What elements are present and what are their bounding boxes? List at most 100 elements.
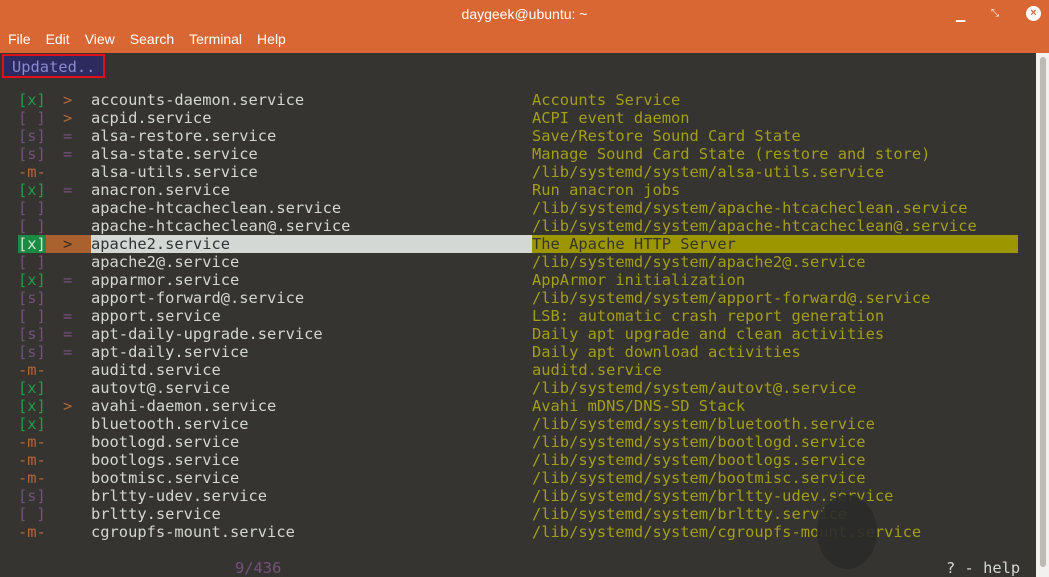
service-description: auditd.service [532, 361, 662, 379]
menu-view[interactable]: View [85, 31, 115, 47]
service-row[interactable]: [s] brltty-udev.service/lib/systemd/syste… [0, 487, 1036, 505]
menu-help[interactable]: Help [257, 31, 286, 47]
service-description: ACPI event daemon [532, 109, 690, 127]
service-description: /lib/systemd/system/apache-htcacheclean@… [532, 217, 977, 235]
status-message: Updated.. [2, 54, 106, 78]
service-description: Avahi mDNS/DNS-SD Stack [532, 397, 746, 415]
service-status-op: > [63, 91, 73, 109]
service-state: -m- [18, 523, 46, 541]
service-row[interactable]: -m-alsa-utils.service/lib/systemd/system… [0, 163, 1036, 181]
service-name: anacron.service [91, 181, 230, 199]
service-name: bluetooth.service [91, 415, 249, 433]
menu-file[interactable]: File [8, 31, 31, 47]
service-status-op: = [63, 181, 73, 199]
service-row[interactable]: [s] = alsa-state.service Manage Sound Card … [0, 145, 1036, 163]
service-row[interactable]: [x] = anacron.service Run anacron jobs [0, 181, 1036, 199]
watermark-logo [817, 495, 877, 569]
service-state: -m- [18, 361, 46, 379]
service-name: apport-forward@.service [91, 289, 305, 307]
service-name: accounts-daemon.service [91, 91, 305, 109]
service-status-op: > [63, 109, 73, 127]
service-state: [x] [18, 271, 46, 289]
service-description: /lib/systemd/system/apache-htcacheclean.… [532, 199, 968, 217]
service-row[interactable]: [ ] apache-htcacheclean.service/lib/syste… [0, 199, 1036, 217]
service-name: apache2.service [91, 235, 230, 253]
service-name: bootlogd.service [91, 433, 240, 451]
service-row[interactable]: -m-bootlogs.service/lib/systemd/system/b… [0, 451, 1036, 469]
service-name: avahi-daemon.service [91, 397, 277, 415]
service-description: The Apache HTTP Server [532, 235, 736, 253]
service-state: -m- [18, 451, 46, 469]
service-status-op: = [63, 325, 73, 343]
service-row[interactable]: -m-bootmisc.service/lib/systemd/system/b… [0, 469, 1036, 487]
scrollbar-thumb[interactable] [1040, 57, 1046, 567]
service-description: Accounts Service [532, 91, 681, 109]
service-row[interactable]: [x] = apparmor.service AppArmor initializat… [0, 271, 1036, 289]
service-state: -m- [18, 433, 46, 451]
service-status-op: = [63, 271, 73, 289]
service-status-op: = [63, 307, 73, 325]
service-status-op: = [63, 343, 73, 361]
service-name: alsa-state.service [91, 145, 258, 163]
help-hint: ? - help [946, 559, 1021, 577]
menu-search[interactable]: Search [130, 31, 174, 47]
service-state: [x] [18, 235, 46, 253]
service-row[interactable]: [s] = apt-daily-upgrade.service Daily apt u… [0, 325, 1036, 343]
service-description: Daily apt upgrade and clean activities [532, 325, 885, 343]
service-name: cgroupfs-mount.service [91, 523, 295, 541]
service-description: /lib/systemd/system/bootlogs.service [532, 451, 866, 469]
service-row[interactable]: [x] bluetooth.service/lib/systemd/system/… [0, 415, 1036, 433]
service-name: brltty-udev.service [91, 487, 268, 505]
service-state: [s] [18, 289, 46, 307]
service-row[interactable]: -m-bootlogd.service/lib/systemd/system/b… [0, 433, 1036, 451]
service-state: [x] [18, 379, 46, 397]
service-row[interactable]: [s] apport-forward@.service/lib/systemd/s… [0, 289, 1036, 307]
scrollbar[interactable] [1036, 53, 1049, 577]
service-name: autovt@.service [91, 379, 230, 397]
title-bar: daygeek@ubuntu: ~ ▁ ⤡ × File Edit View S… [0, 0, 1049, 53]
service-row[interactable]: [ ] apache2@.service/lib/systemd/system/a… [0, 253, 1036, 271]
close-icon[interactable]: × [1026, 6, 1041, 21]
maximize-icon[interactable]: ⤡ [991, 8, 999, 19]
service-description: Manage Sound Card State (restore and sto… [532, 145, 931, 163]
service-row[interactable]: [x] > avahi-daemon.service Avahi mDNS/DNS-S… [0, 397, 1036, 415]
service-row[interactable]: [ ] > acpid.service ACPI event daemon [0, 109, 1036, 127]
service-description: Daily apt download activities [532, 343, 801, 361]
service-name: apache-htcacheclean@.service [91, 217, 351, 235]
service-description: /lib/systemd/system/bootlogd.service [532, 433, 866, 451]
service-name: acpid.service [91, 109, 212, 127]
service-state: [x] [18, 415, 46, 433]
service-row[interactable]: [s] = alsa-restore.service Save/Restore Sou… [0, 127, 1036, 145]
service-row[interactable]: [x] autovt@.service/lib/systemd/system/au… [0, 379, 1036, 397]
service-name: alsa-utils.service [91, 163, 258, 181]
service-description: /lib/systemd/system/autovt@.service [532, 379, 857, 397]
service-description: /lib/systemd/system/alsa-utils.service [532, 163, 885, 181]
service-description: /lib/systemd/system/apport-forward@.serv… [532, 289, 931, 307]
service-row[interactable]: -m-auditd.service auditd.service [0, 361, 1036, 379]
service-name: apt-daily-upgrade.service [91, 325, 323, 343]
service-row[interactable]: [ ] apache-htcacheclean@.service/lib/syst… [0, 217, 1036, 235]
service-row[interactable]: [s] = apt-daily.service Daily apt download … [0, 343, 1036, 361]
service-state: [s] [18, 127, 46, 145]
menu-terminal[interactable]: Terminal [189, 31, 242, 47]
position-indicator: 9/436 [235, 559, 282, 577]
service-name: apparmor.service [91, 271, 240, 289]
service-description: Run anacron jobs [532, 181, 681, 199]
window-title: daygeek@ubuntu: ~ [461, 6, 588, 22]
service-description: /lib/systemd/system/bootmisc.service [532, 469, 866, 487]
service-description: AppArmor initialization [532, 271, 746, 289]
terminal[interactable]: Updated.. 9/436 ? - help [x] > accounts-da… [0, 53, 1036, 577]
service-row[interactable]: -m-cgroupfs-mount.service/lib/systemd/sy… [0, 523, 1036, 541]
service-status-op: = [63, 145, 73, 163]
service-description: LSB: automatic crash report generation [532, 307, 885, 325]
service-row[interactable]: [x] > accounts-daemon.service Accounts Serv… [0, 91, 1036, 109]
service-row[interactable]: [ ] brltty.service/lib/systemd/system/brl… [0, 505, 1036, 523]
service-name: apt-daily.service [91, 343, 249, 361]
minimize-icon[interactable]: ▁ [956, 8, 965, 22]
service-row[interactable]: [x] > apache2.service The Apache HTTP Serve… [0, 235, 1036, 253]
service-state: [x] [18, 91, 46, 109]
service-name: apport.service [91, 307, 221, 325]
menu-edit[interactable]: Edit [46, 31, 70, 47]
service-description: Save/Restore Sound Card State [532, 127, 801, 145]
service-row[interactable]: [ ] = apport.service LSB: automatic crash r… [0, 307, 1036, 325]
